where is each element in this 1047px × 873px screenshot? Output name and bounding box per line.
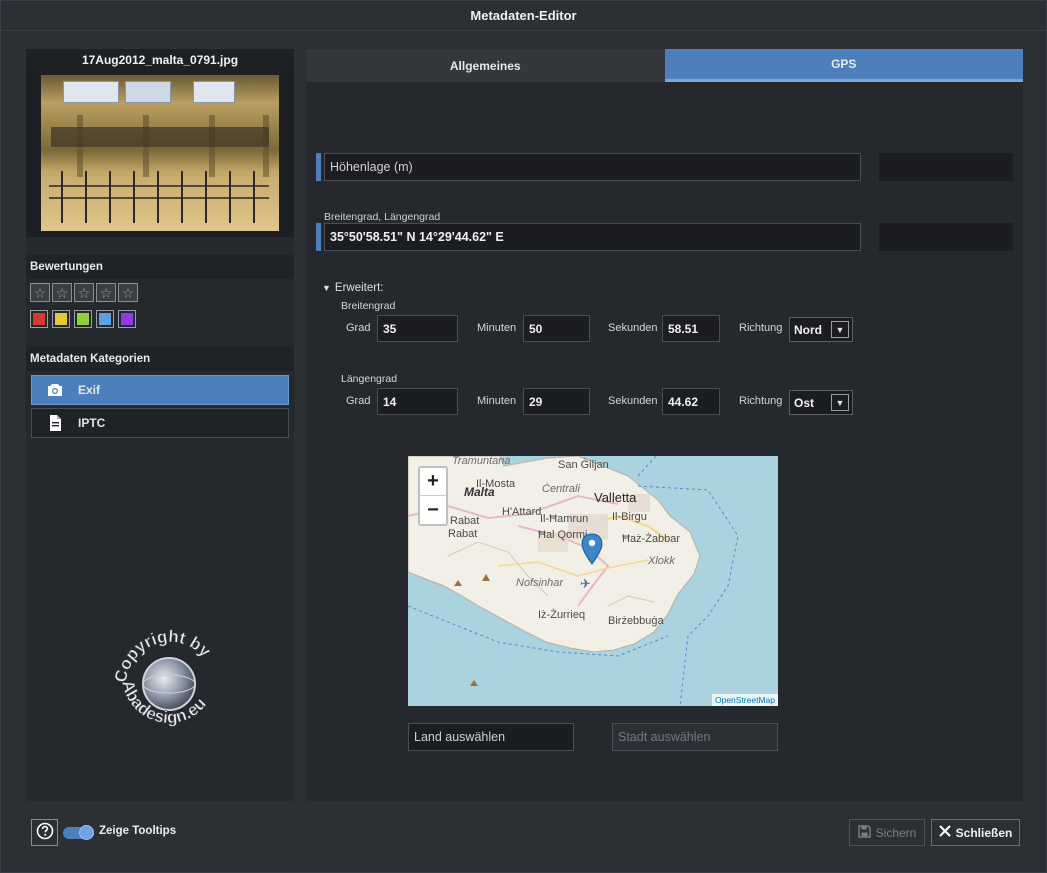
longitude-dir-label: Richtung (739, 395, 783, 407)
longitude-sec-label: Sekunden (608, 395, 658, 407)
svg-text:Rabat: Rabat (450, 515, 479, 527)
svg-text:Il-Ħamrun: Il-Ħamrun (540, 513, 588, 525)
longitude-deg-input[interactable]: 14 (377, 388, 458, 415)
star-icon[interactable]: ☆ (74, 283, 94, 302)
color-label-red[interactable] (30, 310, 48, 328)
category-label: IPTC (78, 416, 106, 430)
star-rating: ☆ ☆ ☆ ☆ ☆ (30, 283, 290, 302)
star-icon[interactable]: ☆ (96, 283, 116, 302)
svg-text:Ċentrali: Ċentrali (542, 483, 580, 495)
advanced-toggle[interactable]: ▼ Erweitert: (322, 282, 384, 294)
zoom-in-button[interactable]: + (420, 468, 446, 496)
category-list: Exif IPTC (26, 371, 294, 445)
svg-text:Nofsinhar: Nofsinhar (516, 577, 564, 589)
svg-text:Il-Birgu: Il-Birgu (612, 511, 647, 523)
color-label-blue[interactable] (96, 310, 114, 328)
map-attribution[interactable]: OpenStreetMap (711, 694, 778, 706)
categories-title: Metadaten Kategorien (26, 347, 294, 371)
window-title: Metadaten-Editor (1, 1, 1046, 31)
question-icon (36, 822, 54, 843)
close-button[interactable]: Schließen (931, 819, 1020, 846)
zoom-out-button[interactable]: − (420, 496, 446, 524)
altitude-extra-field[interactable] (879, 153, 1013, 181)
svg-text:Rabat: Rabat (448, 528, 477, 540)
map-zoom-controls: + − (418, 466, 448, 526)
field-marker (316, 223, 321, 251)
svg-text:Ħal Qormi: Ħal Qormi (538, 529, 588, 541)
coords-row: 35°50'58.51" N 14°29'44.62" E (316, 223, 861, 251)
photo-thumbnail[interactable] (41, 75, 279, 231)
color-label-yellow[interactable] (52, 310, 70, 328)
longitude-direction-select[interactable]: Ost ▼ (789, 390, 853, 415)
longitude-title: Längengrad (341, 373, 398, 385)
ratings-area: ☆ ☆ ☆ ☆ ☆ (26, 279, 294, 347)
metadata-editor-window: Metadaten-Editor 17Aug2012_malta_0791.jp… (0, 0, 1047, 873)
gps-map[interactable]: Tramuntana San Ġiljan Il-Mosta Malta Ċen… (408, 456, 778, 706)
svg-text:San Ġiljan: San Ġiljan (558, 458, 609, 471)
tab-general[interactable]: Allgemeines (306, 49, 665, 82)
dropdown-arrow-icon: ▼ (831, 321, 849, 338)
category-label: Exif (78, 383, 101, 397)
star-icon[interactable]: ☆ (52, 283, 72, 302)
color-labels (30, 310, 290, 328)
altitude-row: Höhenlage (m) (316, 153, 861, 181)
latitude-sec-label: Sekunden (608, 322, 658, 334)
svg-text:✈: ✈ (580, 576, 591, 591)
svg-text:Ħaż-Żabbar: Ħaż-Żabbar (622, 532, 680, 545)
latitude-deg-label: Grad (346, 322, 371, 334)
category-exif[interactable]: Exif (31, 375, 289, 405)
document-icon (32, 415, 78, 431)
tab-gps[interactable]: GPS (664, 49, 1023, 82)
tooltips-toggle[interactable] (63, 825, 94, 840)
svg-text:H'Attard: H'Attard (502, 506, 541, 518)
longitude-sec-input[interactable]: 44.62 (662, 388, 720, 415)
svg-text:Tramuntana: Tramuntana (452, 456, 511, 467)
help-button[interactable] (31, 819, 58, 846)
latitude-min-label: Minuten (477, 322, 517, 334)
color-label-green[interactable] (74, 310, 92, 328)
left-panel: 17Aug2012_malta_0791.jpg Bewertungen ☆ ☆… (26, 49, 294, 801)
latitude-deg-input[interactable]: 35 (377, 315, 458, 342)
camera-icon (32, 383, 78, 397)
latitude-title: Breitengrad (341, 300, 396, 312)
star-icon[interactable]: ☆ (30, 283, 50, 302)
svg-text:Malta: Malta (464, 485, 495, 499)
city-select[interactable]: Stadt auswählen (612, 723, 778, 751)
altitude-field[interactable]: Höhenlage (m) (324, 153, 861, 181)
longitude-min-input[interactable]: 29 (523, 388, 590, 415)
category-iptc[interactable]: IPTC (31, 408, 289, 438)
latitude-direction-select[interactable]: Nord ▼ (789, 317, 853, 342)
file-name: 17Aug2012_malta_0791.jpg (26, 49, 294, 71)
save-button[interactable]: Sichern (849, 819, 925, 846)
field-marker (316, 153, 321, 181)
svg-text:Iż-Żurrieq: Iż-Żurrieq (538, 608, 585, 621)
country-select[interactable]: Land auswählen (408, 723, 574, 751)
latitude-min-input[interactable]: 50 (523, 315, 590, 342)
save-icon (857, 824, 871, 841)
star-icon[interactable]: ☆ (118, 283, 138, 302)
right-panel: Allgemeines GPS Höhenlage (m) Breitengra… (306, 49, 1023, 801)
svg-text:Birżebbuġa: Birżebbuġa (608, 615, 665, 627)
longitude-deg-label: Grad (346, 395, 371, 407)
coords-extra-field[interactable] (879, 223, 1013, 251)
caret-down-icon: ▼ (322, 283, 331, 293)
tooltips-label: Zeige Tooltips (99, 825, 177, 837)
latitude-sec-input[interactable]: 58.51 (662, 315, 720, 342)
color-label-purple[interactable] (118, 310, 136, 328)
latitude-dir-label: Richtung (739, 322, 783, 334)
svg-text:Xlokk: Xlokk (647, 555, 675, 567)
coords-label: Breitengrad, Längengrad (324, 211, 441, 223)
close-icon (938, 825, 951, 840)
svg-text:Valletta: Valletta (594, 490, 637, 505)
tab-bar: Allgemeines GPS (306, 49, 1023, 82)
longitude-min-label: Minuten (477, 395, 517, 407)
dropdown-arrow-icon: ▼ (831, 394, 849, 411)
ratings-title: Bewertungen (26, 255, 294, 279)
copyright-watermark: Copyright by Abadesign.eu (111, 614, 224, 744)
coords-field[interactable]: 35°50'58.51" N 14°29'44.62" E (324, 223, 861, 251)
thumbnail-frame (26, 71, 294, 237)
